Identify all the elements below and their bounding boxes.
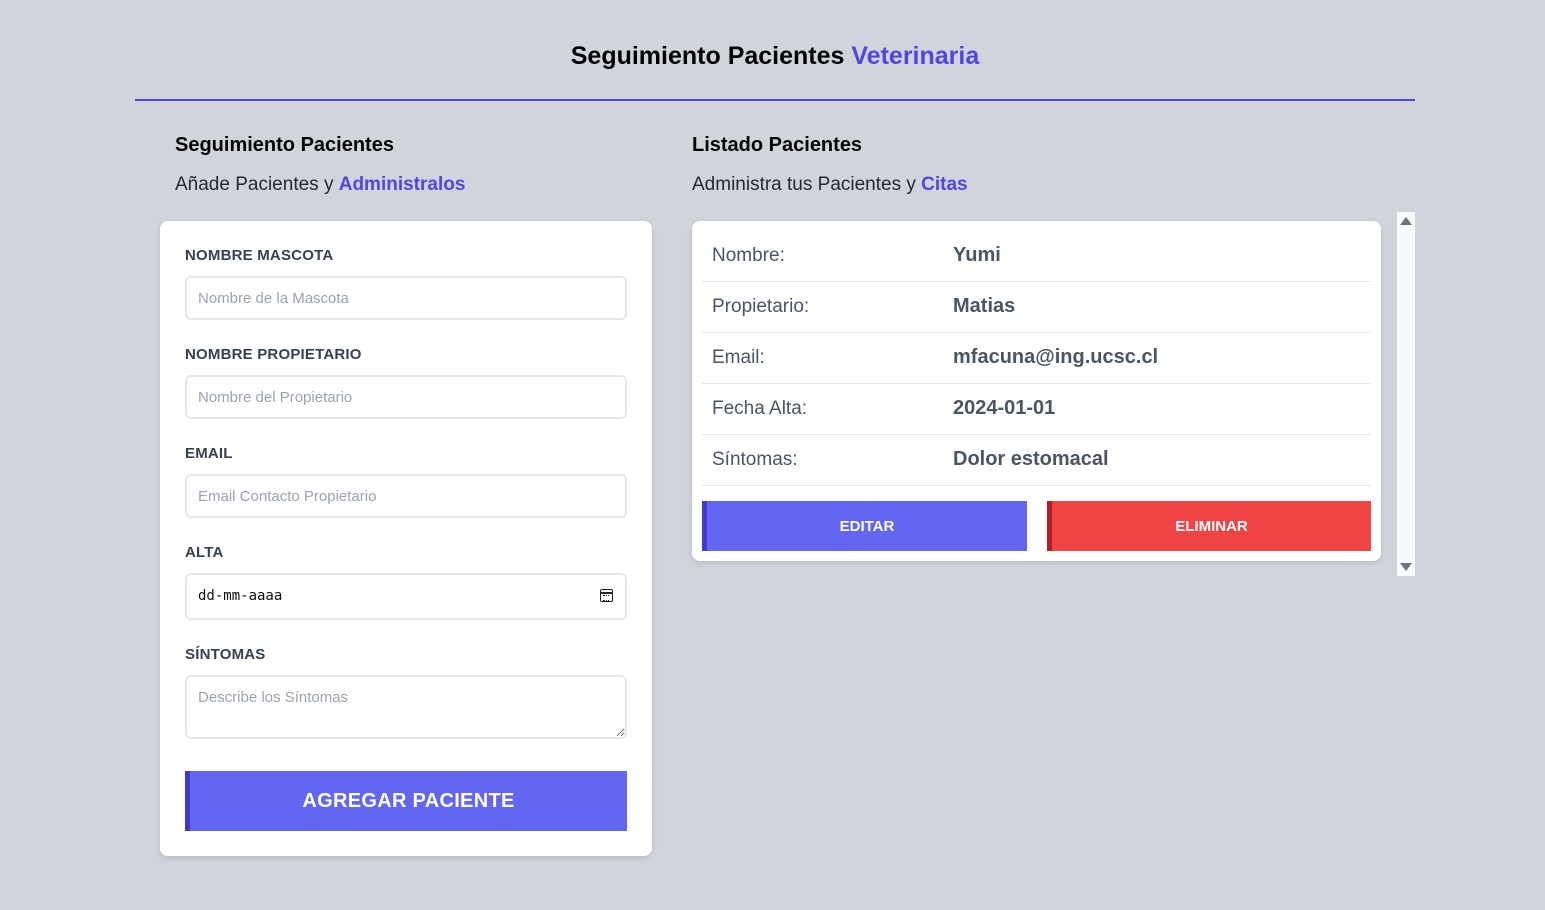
date-placeholder: dd-mm-aaaa	[198, 588, 283, 604]
edit-button[interactable]: EDITAR	[702, 501, 1027, 551]
row-value: 2024-01-01	[953, 397, 1056, 419]
scroll-up-arrow-icon[interactable]	[1400, 217, 1412, 225]
calendar-icon[interactable]	[600, 589, 613, 602]
page-header: Seguimiento Pacientes Veterinaria	[135, 0, 1415, 101]
email-label: EMAIL	[185, 445, 233, 462]
list-section-subtitle: Administra tus Pacientes y Citas	[692, 174, 968, 195]
form-section-subtitle-accent: Administralos	[338, 174, 466, 195]
row-label: Email:	[712, 347, 765, 368]
patient-row-discharge: Fecha Alta: 2024-01-01	[702, 384, 1371, 435]
symptoms-label: SÍNTOMAS	[185, 646, 266, 663]
scroll-down-arrow-icon[interactable]	[1400, 563, 1412, 571]
row-value: Matias	[953, 295, 1016, 317]
owner-name-input[interactable]	[185, 375, 627, 419]
email-input[interactable]	[185, 474, 627, 518]
row-label: Nombre:	[712, 245, 785, 266]
page-title: Seguimiento Pacientes Veterinaria	[570, 42, 980, 70]
list-section-subtitle-accent: Citas	[921, 174, 968, 195]
patient-row-owner: Propietario: Matias	[702, 282, 1371, 333]
patient-row-name: Nombre: Yumi	[702, 231, 1371, 282]
list-section-title: Listado Pacientes	[692, 134, 863, 156]
list-scrollbar[interactable]	[1397, 212, 1415, 576]
patient-row-email: Email: mfacuna@ing.ucsc.cl	[702, 333, 1371, 384]
page-title-accent: Veterinaria	[851, 42, 980, 70]
row-label: Propietario:	[712, 296, 810, 317]
row-label: Fecha Alta:	[712, 398, 808, 419]
discharge-date-label: ALTA	[185, 544, 224, 561]
pet-name-input[interactable]	[185, 276, 627, 320]
add-patient-button[interactable]: AGREGAR PACIENTE	[185, 771, 627, 831]
row-value: Yumi	[953, 244, 1001, 266]
pet-name-label: NOMBRE MASCOTA	[185, 247, 334, 264]
row-label: Síntomas:	[712, 449, 798, 470]
patient-form: NOMBRE MASCOTA NOMBRE PROPIETARIO EMAIL …	[160, 221, 652, 856]
patient-card: Nombre: Yumi Propietario: Matias Email: …	[692, 221, 1381, 561]
discharge-date-input[interactable]: dd-mm-aaaa	[185, 573, 627, 620]
symptoms-textarea[interactable]	[185, 675, 627, 739]
form-section-subtitle: Añade Pacientes y Administralos	[175, 174, 466, 195]
owner-name-label: NOMBRE PROPIETARIO	[185, 346, 362, 363]
row-value: mfacuna@ing.ucsc.cl	[953, 346, 1159, 368]
patient-row-symptoms: Síntomas: Dolor estomacal	[702, 435, 1371, 486]
form-section-title: Seguimiento Pacientes	[175, 134, 394, 156]
row-value: Dolor estomacal	[953, 448, 1109, 470]
delete-button[interactable]: ELIMINAR	[1047, 501, 1371, 551]
